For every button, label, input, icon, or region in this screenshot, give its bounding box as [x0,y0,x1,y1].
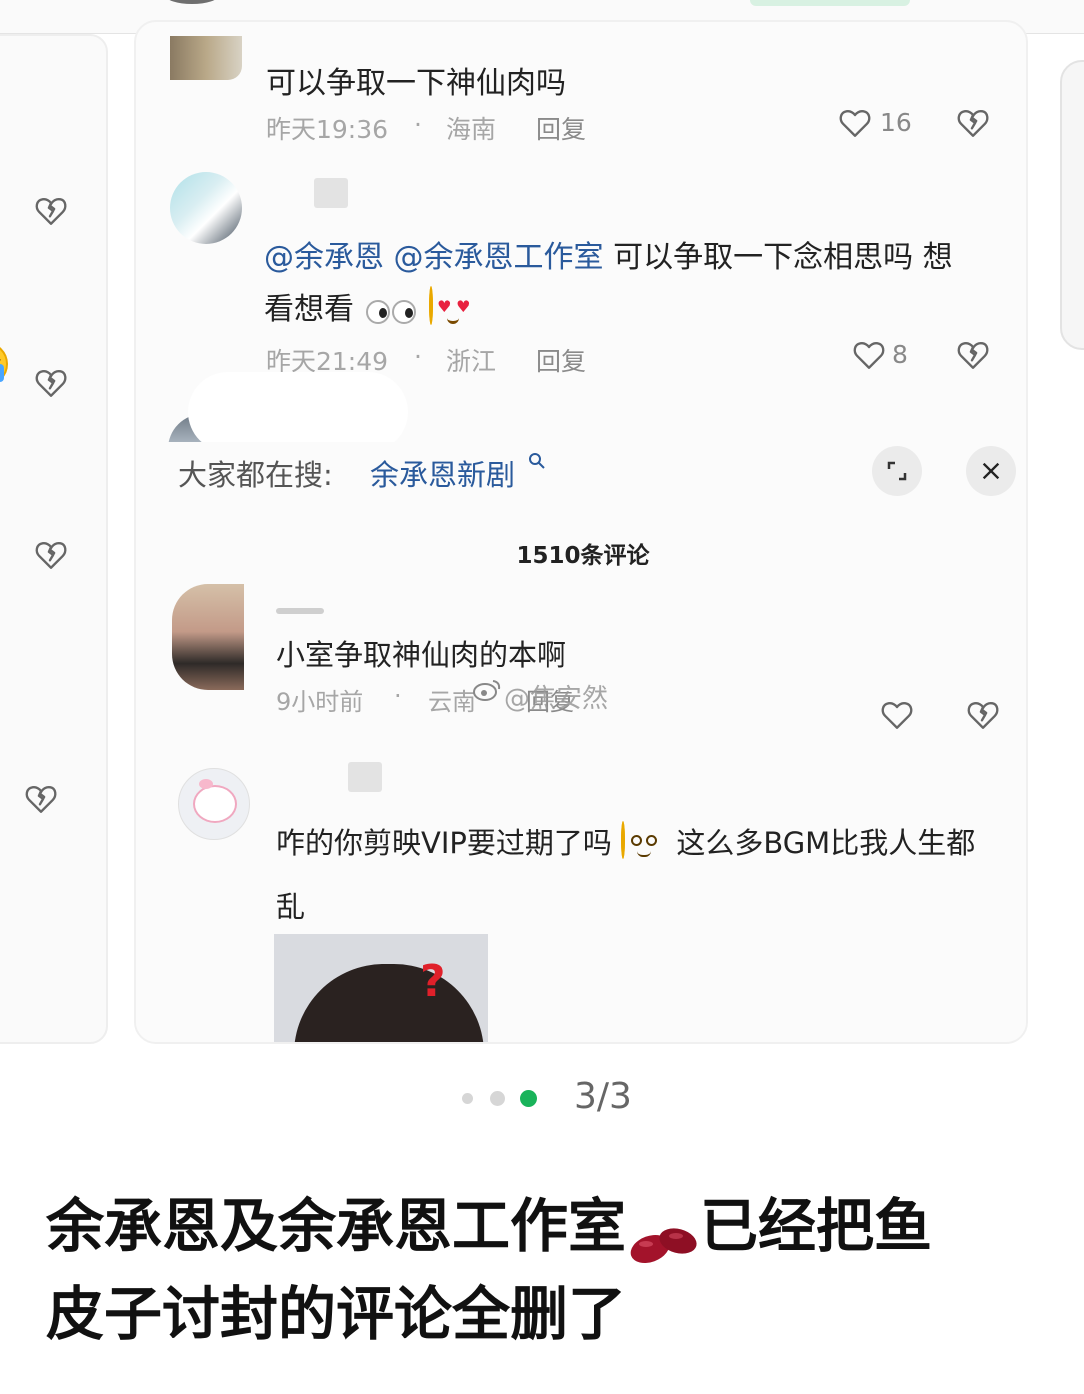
comment-panel: 大家都在搜: 余承恩新剧 1510条评论 小室争取神仙肉的本啊 9小时前 · 云… [136,442,1026,1042]
comment-time: 9小时前 [276,688,364,716]
comment-text-part: 咋的你剪映VIP要过期了吗 [276,826,612,860]
comment-text-line2: 看想看 ♥ ♥ [264,284,477,334]
pager-dot[interactable] [490,1091,505,1106]
broken-heart-icon[interactable] [956,338,990,376]
heart-outline-icon[interactable] [852,338,886,376]
pager-label: 3/3 [574,1076,632,1117]
beans-emoji-icon [626,1205,700,1263]
eyes-emoji-icon [364,296,420,326]
reply-button[interactable]: 回复 [536,110,586,146]
comment-text-line2: 乱 [276,890,306,924]
redaction-blur [188,372,408,452]
avatar [165,0,219,4]
comment-count: 1510条评论 [516,543,650,569]
comment-location: 浙江 [446,347,497,376]
pager-dot[interactable] [462,1093,473,1104]
previous-card [0,34,108,1044]
question-mark-icon: ? [420,956,446,1007]
comment-text-part: 这么多BGM比我人生都 [676,826,976,860]
comment-text: 咋的你剪映VIP要过期了吗 这么多BGM比我人生都 [276,820,975,867]
avatar [170,172,242,244]
search-icon[interactable] [528,452,546,470]
post-caption: 余承恩及余承恩工作室 已经把鱼 皮子讨封的评论全删了 [46,1182,1056,1358]
comment-location: 云南 [428,688,476,716]
weibo-logo-icon [472,678,502,702]
dizzy-emoji-icon [621,821,667,867]
meta-separator: · [414,110,422,139]
comment-screenshot-card: 可以争取一下神仙肉吗 昨天19:36 · 海南 回复 16 @余承恩 @余承恩工… [134,20,1028,1044]
comment-time: 昨天19:36 [266,115,389,144]
comment-text: @余承恩 @余承恩工作室 可以争取一下念相思吗 想 [264,232,953,276]
pager-dot-active[interactable] [520,1090,537,1107]
broken-heart-icon[interactable] [34,194,68,232]
avatar [178,768,250,840]
broken-heart-icon[interactable] [34,366,68,404]
broken-heart-icon[interactable] [24,782,58,820]
like-count: 8 [892,340,908,369]
heart-outline-icon[interactable] [838,106,872,144]
comment-text: 可以争取一下神仙肉吗 [266,66,566,101]
username-redacted [314,178,348,208]
caption-text: 余承恩及余承恩工作室 [46,1192,627,1260]
comment-image[interactable]: ? [274,934,488,1042]
follow-button[interactable] [750,0,910,6]
reply-button[interactable]: 回复 [536,342,586,378]
comment-text-part: 看想看 [264,292,354,327]
broken-heart-icon[interactable] [956,106,990,144]
caption-text: 皮子讨封的评论全删了 [46,1280,627,1348]
meta-separator: · [414,342,422,371]
username-redacted [276,608,324,614]
crying-emoji-icon [0,342,8,386]
heart-outline-icon[interactable] [880,698,914,736]
username-redacted [348,762,382,792]
search-suggest-label: 大家都在搜: [178,458,333,492]
comment-text: 小室争取神仙肉的本啊 [276,638,567,672]
next-card [1060,60,1084,350]
avatar [172,584,244,690]
mention-link[interactable]: @余承恩工作室 [394,240,604,275]
broken-heart-icon[interactable] [966,698,1000,736]
close-icon[interactable] [966,446,1016,496]
expand-icon[interactable] [872,446,922,496]
like-count: 16 [880,108,912,137]
mention-link[interactable]: @余承恩 [264,240,384,275]
broken-heart-icon[interactable] [34,538,68,576]
comment-text-part: 可以争取一下念相思吗 想 [613,240,953,275]
comment-location: 海南 [446,115,497,144]
meta-separator: · [394,682,402,710]
search-suggest-query[interactable]: 余承恩新剧 [370,452,515,494]
heart-eyes-emoji-icon: ♥ ♥ [429,285,477,334]
avatar [170,36,242,80]
caption-text: 已经把鱼 [700,1192,933,1260]
watermark: @焦安然 [504,684,609,714]
